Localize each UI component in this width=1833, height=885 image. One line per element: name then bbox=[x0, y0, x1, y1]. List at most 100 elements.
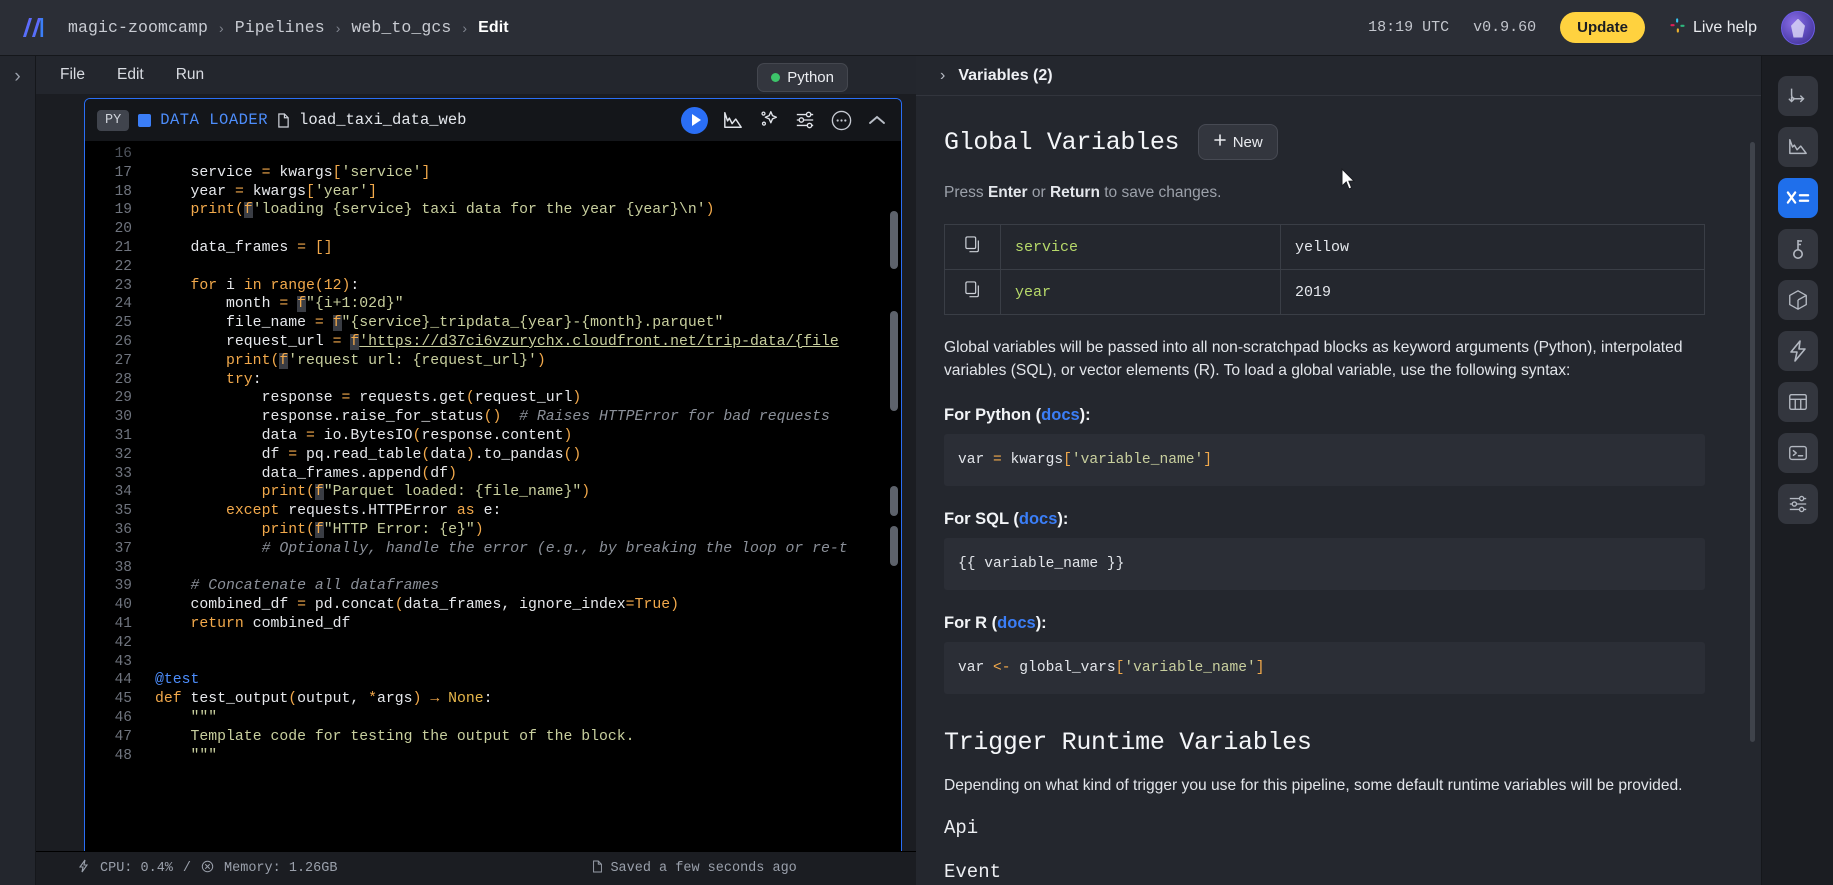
line-number: 27 bbox=[114, 352, 132, 369]
variable-key[interactable]: service bbox=[1000, 224, 1281, 270]
code-scrollbar-thumb-3[interactable] bbox=[890, 486, 898, 516]
code-line[interactable]: print(f'loading {service} taxi data for … bbox=[143, 201, 901, 220]
code-line[interactable]: data_frames = [] bbox=[143, 239, 901, 258]
copy-icon[interactable] bbox=[944, 224, 1001, 270]
trigger-item-api[interactable]: Api bbox=[944, 817, 1705, 839]
breadcrumb-item-pipeline[interactable]: web_to_gcs bbox=[351, 18, 451, 37]
cube-icon[interactable] bbox=[1777, 280, 1818, 320]
code-line[interactable] bbox=[143, 559, 901, 578]
breadcrumb-item-edit[interactable]: Edit bbox=[478, 19, 509, 37]
kernel-status-dot bbox=[771, 73, 781, 82]
code-line[interactable]: for i in range(12): bbox=[143, 277, 901, 296]
code-content[interactable]: service = kwargs['service'] year = kwarg… bbox=[143, 141, 901, 851]
chevron-up-icon[interactable] bbox=[867, 113, 887, 127]
variable-value[interactable]: 2019 bbox=[1280, 269, 1705, 315]
code-line[interactable]: # Optionally, handle the error (e.g., by… bbox=[143, 540, 901, 559]
key-icon[interactable] bbox=[1777, 229, 1818, 269]
variable-value[interactable]: yellow bbox=[1280, 224, 1705, 270]
sql-docs-link[interactable]: docs bbox=[1019, 510, 1058, 528]
menu-bar: File Edit Run Python bbox=[36, 56, 916, 94]
chart-icon[interactable] bbox=[722, 110, 744, 130]
line-number: 32 bbox=[114, 446, 132, 463]
code-scrollbar-thumb-1[interactable] bbox=[890, 211, 898, 269]
python-code-snippet: var = kwargs['variable_name'] bbox=[944, 434, 1705, 487]
mage-logo-icon[interactable] bbox=[18, 13, 48, 43]
sliders-icon[interactable] bbox=[794, 110, 816, 130]
code-line[interactable]: request_url = f'https://d37ci6vzurychx.c… bbox=[143, 333, 901, 352]
ellipsis-circle-icon[interactable] bbox=[830, 109, 853, 132]
variables-icon[interactable] bbox=[1777, 178, 1818, 218]
code-line[interactable]: print(f"Parquet loaded: {file_name}") bbox=[143, 483, 901, 502]
live-help-button[interactable]: Live help bbox=[1669, 17, 1757, 39]
clock-label: 18:19 UTC bbox=[1368, 19, 1450, 36]
cpu-label: CPU: 0.4% bbox=[100, 861, 173, 876]
code-line[interactable]: print(f"HTTP Error: {e}") bbox=[143, 521, 901, 540]
code-line[interactable] bbox=[143, 653, 901, 672]
python-docs-link[interactable]: docs bbox=[1041, 406, 1080, 424]
code-line[interactable]: @test bbox=[143, 671, 901, 690]
breadcrumb-item-project[interactable]: magic-zoomcamp bbox=[68, 18, 208, 37]
tree-branch-icon[interactable] bbox=[1777, 76, 1818, 116]
update-button[interactable]: Update bbox=[1560, 12, 1645, 43]
code-line[interactable]: print(f'request url: {request_url}') bbox=[143, 352, 901, 371]
chart-area-icon[interactable] bbox=[1777, 127, 1818, 167]
code-line[interactable]: """ bbox=[143, 747, 901, 766]
section-prefix: For R ( bbox=[944, 614, 998, 633]
table-icon[interactable] bbox=[1777, 382, 1818, 422]
menu-file[interactable]: File bbox=[48, 61, 97, 89]
code-line[interactable]: service = kwargs['service'] bbox=[143, 164, 901, 183]
run-block-button[interactable] bbox=[681, 106, 708, 134]
code-line[interactable] bbox=[143, 634, 901, 653]
menu-run[interactable]: Run bbox=[164, 61, 216, 89]
code-line[interactable]: df = pq.read_table(data).to_pandas() bbox=[143, 446, 901, 465]
sparkle-icon[interactable] bbox=[758, 109, 780, 131]
block-type-label: DATA LOADER bbox=[160, 111, 269, 129]
user-avatar[interactable] bbox=[1781, 10, 1815, 45]
code-line[interactable]: return combined_df bbox=[143, 615, 901, 634]
terminal-icon[interactable] bbox=[1777, 433, 1818, 473]
r-docs-link[interactable]: docs bbox=[997, 614, 1036, 632]
line-number: 31 bbox=[114, 427, 132, 444]
code-line[interactable] bbox=[143, 258, 901, 277]
code-scrollbar-thumb-4[interactable] bbox=[890, 526, 898, 566]
code-line[interactable]: except requests.HTTPError as e: bbox=[143, 502, 901, 521]
copy-icon[interactable] bbox=[944, 269, 1001, 315]
chevron-right-icon[interactable]: › bbox=[940, 67, 945, 85]
code-line[interactable]: response.raise_for_status() # Raises HTT… bbox=[143, 408, 901, 427]
line-number: 48 bbox=[114, 747, 132, 764]
code-scrollbar-thumb-2[interactable] bbox=[890, 311, 898, 411]
code-line[interactable] bbox=[143, 220, 901, 239]
code-line[interactable]: def test_output(output, *args) → None: bbox=[143, 690, 901, 709]
code-line[interactable]: file_name = f"{service}_tripdata_{year}-… bbox=[143, 314, 901, 333]
new-variable-button[interactable]: New bbox=[1197, 124, 1278, 160]
lightning-icon[interactable] bbox=[1777, 331, 1818, 371]
hint-enter-key: Enter bbox=[987, 184, 1028, 201]
code-line[interactable]: combined_df = pd.concat(data_frames, ign… bbox=[143, 596, 901, 615]
main-body: › File Edit Run Python PY DATA LOADER lo… bbox=[0, 56, 1833, 885]
line-number: 44 bbox=[114, 672, 132, 689]
for-sql-heading: For SQL (docs): bbox=[944, 510, 1705, 529]
code-line[interactable]: response = requests.get(request_url) bbox=[143, 389, 901, 408]
variable-key[interactable]: year bbox=[1000, 269, 1281, 315]
table-row[interactable]: service yellow bbox=[944, 224, 1705, 270]
expand-sidebar-icon[interactable]: › bbox=[0, 66, 35, 88]
menu-edit[interactable]: Edit bbox=[105, 61, 156, 89]
sliders-icon[interactable] bbox=[1777, 484, 1818, 524]
variables-panel-header[interactable]: › Variables (2) bbox=[916, 56, 1761, 96]
breadcrumb-item-pipelines[interactable]: Pipelines bbox=[235, 18, 325, 37]
code-editor-area[interactable]: 16 17 18 19 20 21 22 23 24 25 26 27 28 29 30 31 32 33 34 35… bbox=[85, 141, 901, 851]
trigger-item-event[interactable]: Event bbox=[944, 861, 1705, 883]
code-line[interactable]: data_frames.append(df) bbox=[143, 465, 901, 484]
hint-mid: or bbox=[1027, 184, 1050, 201]
code-line[interactable]: data = io.BytesIO(response.content) bbox=[143, 427, 901, 446]
code-line[interactable]: month = f"{i+1:02d}" bbox=[143, 295, 901, 314]
line-number: 39 bbox=[114, 578, 132, 595]
code-line[interactable]: try: bbox=[143, 371, 901, 390]
code-line[interactable]: """ bbox=[143, 709, 901, 728]
code-line[interactable]: # Concatenate all dataframes bbox=[143, 577, 901, 596]
table-row[interactable]: year 2019 bbox=[944, 269, 1705, 315]
kernel-status-badge[interactable]: Python bbox=[757, 63, 848, 92]
panel-scrollbar[interactable] bbox=[1750, 142, 1755, 742]
code-line[interactable]: Template code for testing the output of … bbox=[143, 728, 901, 747]
code-line[interactable]: year = kwargs['year'] bbox=[143, 183, 901, 202]
